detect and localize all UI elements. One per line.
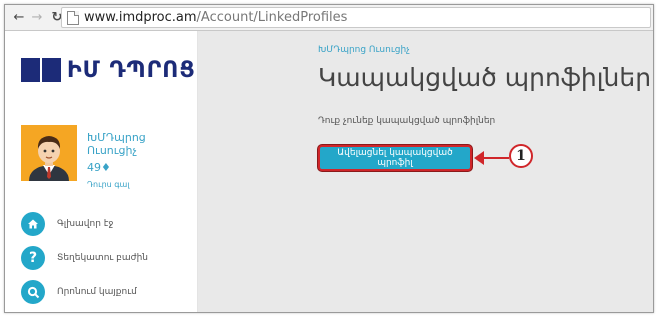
main-content: ԽՄԴպրոց Ուսուցիչ Կապակցված պրոֆիլներ Դու… — [198, 31, 653, 312]
menu-item-home[interactable]: Գլխավոր էջ — [21, 211, 113, 237]
empty-state-text: Դուք չունեք կապակցված պրոֆիլներ — [318, 116, 496, 126]
search-icon — [21, 280, 45, 304]
address-bar[interactable]: www.imdproc.am/Account/LinkedProfiles — [61, 7, 651, 28]
page-title: Կապակցված պրոֆիլներ — [318, 63, 652, 92]
profile-name[interactable]: ԽՄԴպրոց Ուսուցիչ — [87, 131, 187, 157]
home-icon — [21, 212, 45, 236]
logo-text: ԻՄ ԴՊՐՈՑ — [67, 57, 196, 83]
menu-item-help[interactable]: ? Տեղեկատու բաժին — [21, 245, 148, 271]
menu-item-label: Տեղեկատու բաժին — [57, 253, 148, 263]
add-linked-profile-button[interactable]: Ավելացնել կապակցված պրոֆիլ — [318, 145, 472, 171]
site-logo[interactable]: ԻՄ ԴՊՐՈՑ — [21, 57, 196, 83]
question-icon: ? — [21, 246, 45, 270]
menu-item-search[interactable]: Որոնում կայքում — [21, 279, 137, 305]
sidebar: ԻՄ ԴՊՐՈՑ ԽՄԴպրոց Ուսուցիչ 49♦ Դուրս գալ — [5, 31, 198, 312]
browser-window: ← → ↻ www.imdproc.am/Account/LinkedProfi… — [4, 4, 654, 313]
profile-score: 49♦ — [87, 161, 111, 174]
forward-arrow-icon[interactable]: → — [29, 10, 45, 26]
logout-link[interactable]: Դուրս գալ — [87, 180, 129, 189]
callout-number-badge: 1 — [509, 144, 533, 168]
browser-toolbar: ← → ↻ www.imdproc.am/Account/LinkedProfi… — [5, 5, 653, 31]
url-path: /Account/LinkedProfiles — [196, 10, 348, 25]
back-arrow-icon[interactable]: ← — [11, 10, 27, 26]
book-icon — [21, 58, 61, 82]
url-domain: www.imdproc.am — [84, 10, 197, 25]
avatar[interactable] — [21, 125, 77, 181]
menu-item-label: Որոնում կայքում — [57, 287, 137, 297]
callout-line — [476, 157, 509, 159]
page-icon — [67, 10, 79, 25]
menu-item-label: Գլխավոր էջ — [57, 219, 114, 229]
breadcrumb[interactable]: ԽՄԴպրոց Ուսուցիչ — [318, 45, 410, 55]
